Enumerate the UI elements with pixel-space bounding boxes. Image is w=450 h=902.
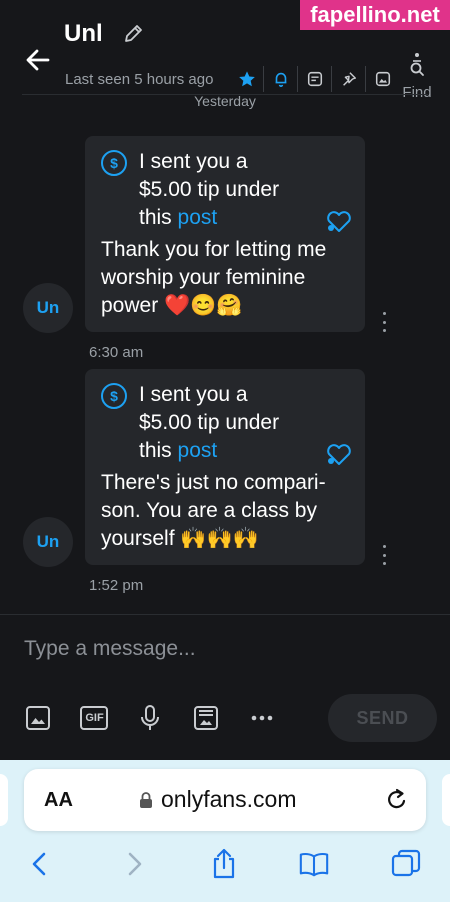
avatar[interactable]: Un — [23, 517, 73, 567]
contact-name[interactable]: Unl — [64, 20, 103, 48]
message-bubble: $ I sent you a $5.00 tip under this post… — [85, 369, 365, 565]
post-link[interactable]: post — [178, 439, 218, 462]
message-time: 1:52 pm — [89, 577, 144, 594]
header-actions — [230, 66, 399, 92]
send-button[interactable]: SEND — [328, 694, 437, 742]
message-text: Thank you for letting me worship your fe… — [101, 238, 327, 317]
tip-text: I sent you a $5.00 tip under this post — [139, 148, 279, 232]
dollar-icon: $ — [101, 150, 127, 176]
tip-line: $5.00 tip under — [139, 178, 280, 201]
note-icon[interactable] — [297, 66, 331, 92]
back-arrow-icon[interactable] — [22, 44, 54, 76]
star-icon[interactable] — [230, 66, 263, 92]
gallery-icon[interactable] — [365, 66, 399, 92]
message-text: There's just no compari-son. You are a c… — [101, 471, 326, 550]
bell-icon[interactable] — [263, 66, 297, 92]
pencil-icon[interactable] — [122, 23, 144, 45]
tip-notice: $ I sent you a $5.00 tip under this post — [101, 148, 351, 232]
next-tab-peek[interactable] — [442, 774, 450, 826]
browser-toolbar: AA onlyfans.com — [0, 760, 450, 902]
message-options-icon[interactable] — [380, 545, 388, 565]
find-icon — [410, 53, 424, 76]
browser-forward-icon[interactable] — [118, 848, 150, 880]
bookmarks-icon[interactable] — [298, 848, 330, 880]
message-time: 6:30 am — [89, 344, 144, 361]
tip-line: I sent you a — [139, 150, 248, 173]
avatar[interactable]: Un — [23, 283, 73, 333]
more-icon[interactable] — [246, 702, 278, 734]
message-bubble: $ I sent you a $5.00 tip under this post… — [85, 136, 365, 332]
tip-line: this — [139, 439, 172, 462]
dollar-icon: $ — [101, 383, 127, 409]
prev-tab-peek[interactable] — [0, 774, 8, 826]
last-seen-status: Last seen 5 hours ago — [65, 71, 214, 88]
day-divider-label: Yesterday — [194, 93, 256, 109]
watermark-logo: fapellino.net — [300, 0, 450, 30]
image-icon[interactable] — [22, 702, 54, 734]
reader-settings-button[interactable]: AA — [44, 789, 73, 812]
gif-icon[interactable]: GIF — [78, 702, 110, 734]
tip-heart-icon[interactable] — [325, 208, 353, 234]
tip-line: this — [139, 206, 172, 229]
reload-icon[interactable] — [384, 787, 410, 813]
microphone-icon[interactable] — [134, 702, 166, 734]
tip-notice: $ I sent you a $5.00 tip under this post — [101, 381, 351, 465]
pin-icon[interactable] — [331, 66, 365, 92]
tabs-icon[interactable] — [390, 848, 422, 880]
composer-divider — [0, 614, 450, 615]
share-icon[interactable] — [208, 848, 240, 880]
tip-text: I sent you a $5.00 tip under this post — [139, 381, 279, 465]
vault-icon[interactable] — [190, 702, 222, 734]
lock-icon — [140, 792, 152, 808]
browser-nav-bar — [0, 844, 450, 884]
tip-line: I sent you a — [139, 383, 248, 406]
message-options-icon[interactable] — [380, 312, 388, 332]
address-bar[interactable]: AA onlyfans.com — [24, 769, 426, 831]
browser-back-icon[interactable] — [24, 848, 56, 880]
post-link[interactable]: post — [178, 206, 218, 229]
message-input[interactable] — [22, 632, 426, 666]
tip-heart-icon[interactable] — [325, 441, 353, 467]
composer-tools: GIF — [22, 702, 302, 734]
gif-label: GIF — [85, 712, 104, 724]
url-text[interactable]: onlyfans.com — [161, 786, 297, 813]
tip-line: $5.00 tip under — [139, 411, 280, 434]
